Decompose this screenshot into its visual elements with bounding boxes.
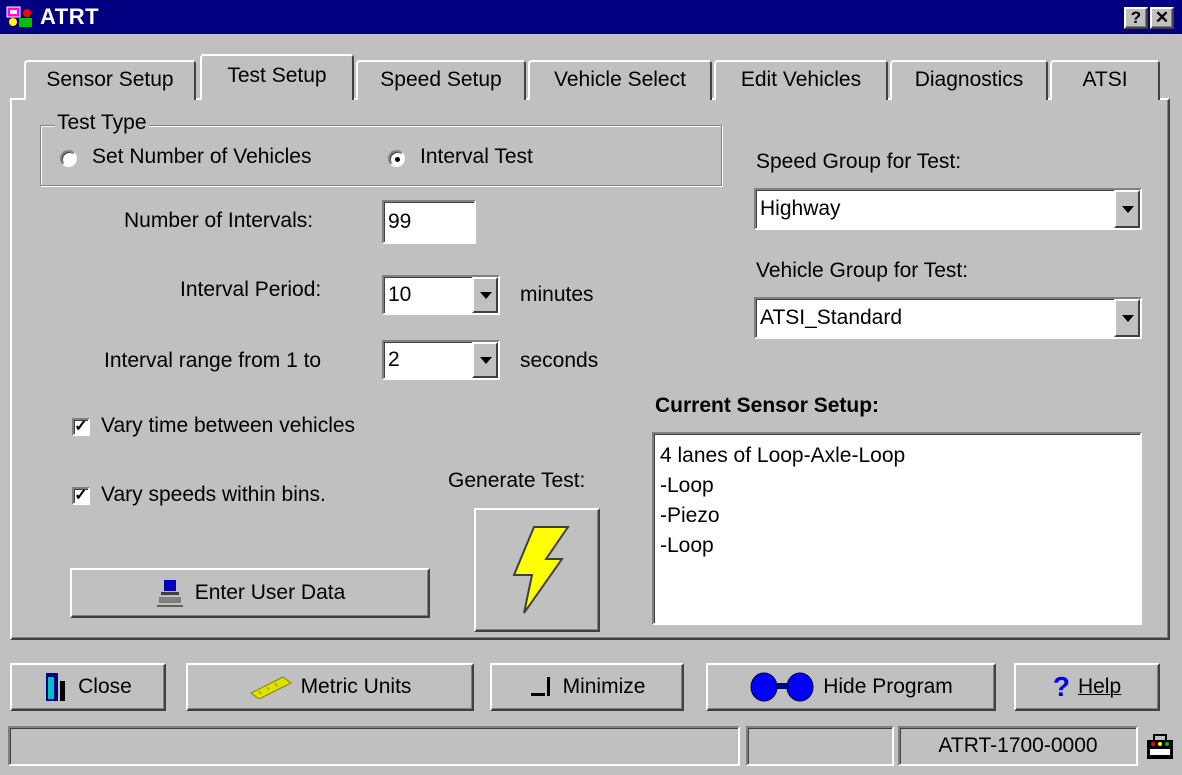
close-button-label: Close [78,675,132,698]
vary-speeds-label: Vary speeds within bins. [101,483,326,506]
radio-label-interval-test: Interval Test [420,145,533,168]
chevron-down-icon[interactable] [1114,299,1140,337]
number-of-intervals-label: Number of Intervals: [124,209,314,232]
tab-atsi[interactable]: ATSI [1050,60,1160,100]
window-title: ATRT [40,4,100,29]
tab-sensor-setup[interactable]: Sensor Setup [24,60,196,100]
vehicle-group-value: ATSI_Standard [760,306,903,329]
minimize-icon [530,677,550,696]
sensor-line: -Loop [660,534,714,557]
generate-test-button[interactable] [474,508,600,632]
current-sensor-setup-label: Current Sensor Setup: [655,394,880,417]
device-id: ATRT-1700-0000 [938,734,1098,757]
interval-period-unit: minutes [520,283,594,306]
interval-range-unit: seconds [520,349,599,372]
number-of-intervals-input[interactable]: 99 [382,200,476,244]
speed-group-select[interactable]: Highway [754,188,1142,230]
speed-group-label: Speed Group for Test: [756,150,962,173]
help-title-button[interactable]: ? [1124,7,1148,29]
hide-program-button[interactable]: Hide Program [706,663,996,711]
radio-label-set-number: Set Number of Vehicles [92,145,312,168]
chevron-down-icon[interactable] [1114,190,1140,228]
ruler-icon [249,676,292,699]
vehicle-group-label: Vehicle Group for Test: [756,259,969,282]
radio-set-number-of-vehicles[interactable] [60,150,77,167]
title-bar [0,0,1182,34]
interval-period-label: Interval Period: [180,278,322,301]
exit-door-icon [46,673,66,701]
enter-user-data-button[interactable]: Enter User Data [70,568,430,618]
atsi-logo-icon [1147,734,1173,759]
sensor-line: 4 lanes of Loop-Axle-Loop [660,444,906,467]
help-label: Help [1077,675,1122,698]
sensor-line: -Loop [660,474,714,497]
generate-test-label: Generate Test: [448,469,586,492]
minimize-button[interactable]: Minimize [490,663,684,711]
close-button[interactable]: Close [10,663,166,711]
radio-interval-test[interactable] [388,150,405,167]
help-button[interactable]: ? Help [1014,663,1160,711]
minimize-label: Minimize [562,675,646,698]
question-icon: ? [1052,671,1070,702]
vary-time-checkbox[interactable]: ✓ [72,418,90,436]
binoculars-icon [750,672,814,702]
vehicle-group-select[interactable]: ATSI_Standard [754,297,1142,339]
speed-group-value: Highway [760,197,841,220]
interval-range-value: 2 [388,348,400,371]
app-icon [6,6,32,27]
metric-units-label: Metric Units [300,675,412,698]
tab-test-setup[interactable]: Test Setup [200,54,354,100]
status-pane-mid [746,726,894,766]
chevron-down-icon[interactable] [472,277,498,313]
status-pane-main [8,726,740,766]
close-title-button[interactable]: ✕ [1150,7,1174,29]
tab-vehicle-select[interactable]: Vehicle Select [528,60,712,100]
enter-user-data-label: Enter User Data [194,581,346,604]
number-of-intervals-value: 99 [388,210,412,233]
hide-program-label: Hide Program [823,675,953,698]
interval-period-value: 10 [388,283,412,306]
interval-range-select[interactable]: 2 [382,340,500,380]
sensor-line: -Piezo [660,504,720,527]
chevron-down-icon[interactable] [472,342,498,378]
sensor-setup-list[interactable]: 4 lanes of Loop-Axle-Loop -Loop -Piezo -… [652,432,1142,625]
lightning-icon [512,526,570,614]
tab-edit-vehicles[interactable]: Edit Vehicles [714,60,888,100]
status-pane-device: ATRT-1700-0000 [898,726,1138,766]
tab-diagnostics[interactable]: Diagnostics [890,60,1048,100]
test-type-label: Test Type [55,111,149,135]
metric-units-button[interactable]: Metric Units [186,663,474,711]
user-data-icon [156,580,183,607]
vary-speeds-checkbox[interactable]: ✓ [72,487,90,505]
interval-period-select[interactable]: 10 [382,275,500,315]
vary-time-label: Vary time between vehicles [101,414,356,437]
radio-selected-dot [395,157,400,162]
tab-speed-setup[interactable]: Speed Setup [356,60,526,100]
interval-range-label: Interval range from 1 to [104,349,322,372]
